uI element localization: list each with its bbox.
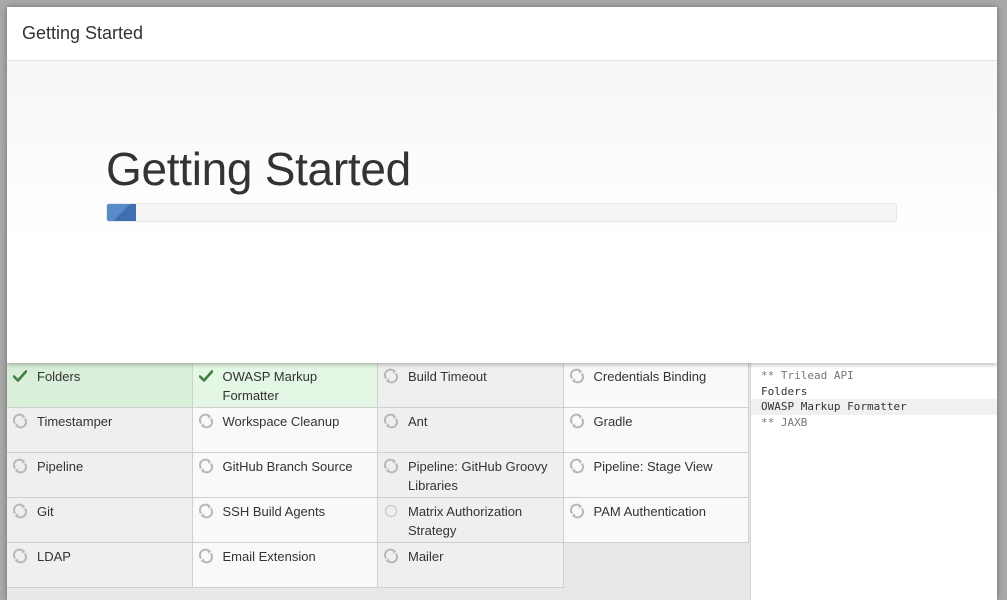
plugin-item: OWASP Markup Formatter xyxy=(192,363,378,408)
check-icon xyxy=(198,367,214,385)
setup-dialog: Getting Started Getting Started Folders O… xyxy=(7,7,997,600)
install-progress-bar xyxy=(106,203,897,222)
plugin-label: SSH Build Agents xyxy=(222,504,326,519)
plugin-item: Build Timeout xyxy=(378,363,564,408)
dialog-title: Getting Started xyxy=(22,23,144,43)
plugin-item: Mailer xyxy=(378,543,564,588)
plugin-list: Folders OWASP Markup Formatter Build Timeo… xyxy=(7,363,750,600)
plugin-label: Workspace Cleanup xyxy=(222,414,340,429)
refresh-icon xyxy=(569,367,585,385)
plugin-grid: Folders OWASP Markup Formatter Build Timeo… xyxy=(7,363,750,588)
plugin-label: OWASP Markup Formatter xyxy=(222,369,318,403)
install-log[interactable]: ** Trilead API Folders OWASP Markup Format… xyxy=(750,363,997,600)
refresh-icon xyxy=(198,412,214,430)
plugin-item: Email Extension xyxy=(192,543,378,588)
plugin-item: Credentials Binding xyxy=(563,363,749,408)
refresh-icon xyxy=(569,457,585,475)
circle-icon xyxy=(383,502,399,520)
plugin-item: Pipeline: Stage View xyxy=(563,453,749,498)
refresh-icon xyxy=(383,547,399,565)
plugin-item: Ant xyxy=(378,408,564,453)
refresh-icon xyxy=(12,547,28,565)
plugin-label: GitHub Branch Source xyxy=(222,459,353,474)
log-line: ** Trilead API xyxy=(761,369,854,382)
refresh-icon xyxy=(12,457,28,475)
plugin-item: Pipeline xyxy=(7,453,193,498)
plugin-label: Git xyxy=(37,504,54,519)
refresh-icon xyxy=(12,412,28,430)
plugin-item: Folders xyxy=(7,363,193,408)
progress-fill xyxy=(107,204,137,221)
plugin-item: Git xyxy=(7,498,193,543)
plugin-item: Gradle xyxy=(563,408,749,453)
check-icon xyxy=(12,367,28,385)
hero-panel: Getting Started xyxy=(7,62,997,363)
refresh-icon xyxy=(383,457,399,475)
plugin-item: Matrix Authorization Strategy xyxy=(378,498,564,543)
refresh-icon xyxy=(569,502,585,520)
refresh-icon xyxy=(198,457,214,475)
plugin-label: Build Timeout xyxy=(408,369,487,384)
dialog-header: Getting Started xyxy=(7,7,997,61)
plugin-label: Pipeline: GitHub Groovy Libraries xyxy=(408,459,548,493)
refresh-icon xyxy=(12,502,28,520)
plugin-label: Matrix Authorization Strategy xyxy=(408,504,523,538)
log-line: OWASP Markup Formatter xyxy=(751,399,997,415)
plugin-label: Folders xyxy=(37,369,81,384)
log-line: Folders xyxy=(761,384,808,398)
plugin-label: Pipeline xyxy=(37,459,84,474)
plugin-item: Pipeline: GitHub Groovy Libraries xyxy=(378,453,564,498)
refresh-icon xyxy=(198,502,214,520)
plugin-label: Pipeline: Stage View xyxy=(593,459,713,474)
log-line: ** JAXB xyxy=(761,415,808,429)
plugin-label: PAM Authentication xyxy=(593,504,707,519)
refresh-icon xyxy=(569,412,585,430)
plugin-label: Mailer xyxy=(408,549,444,564)
plugin-label: Credentials Binding xyxy=(593,369,707,384)
plugin-label: Timestamper xyxy=(37,414,113,429)
page-title: Getting Started xyxy=(106,143,411,195)
plugin-item: LDAP xyxy=(7,543,193,588)
plugin-item: SSH Build Agents xyxy=(192,498,378,543)
refresh-icon xyxy=(383,412,399,430)
refresh-icon xyxy=(198,547,214,565)
refresh-icon xyxy=(383,367,399,385)
plugin-item: PAM Authentication xyxy=(563,498,749,543)
plugin-item: GitHub Branch Source xyxy=(192,453,378,498)
plugin-item: Timestamper xyxy=(7,408,193,453)
plugin-label: Ant xyxy=(408,414,428,429)
plugin-label: Gradle xyxy=(593,414,633,429)
plugin-item: Workspace Cleanup xyxy=(192,408,378,453)
plugin-label: Email Extension xyxy=(222,549,316,564)
plugin-label: LDAP xyxy=(37,549,71,564)
